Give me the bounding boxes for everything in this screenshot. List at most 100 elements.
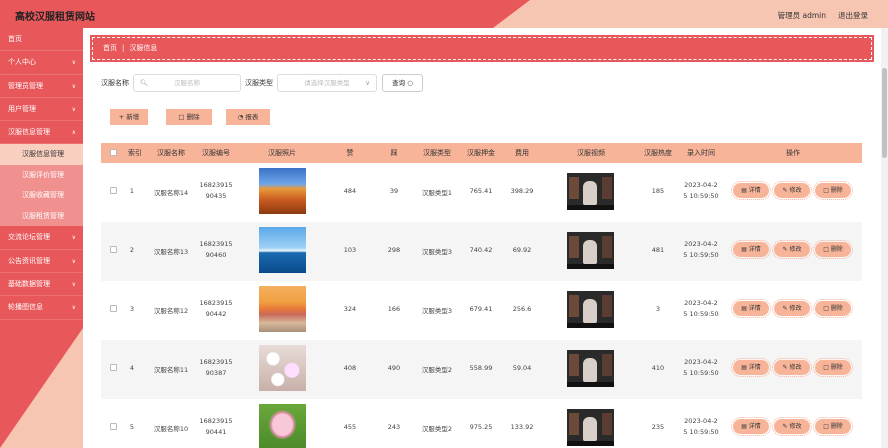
breadcrumb-home[interactable]: 首页 (103, 44, 117, 52)
sidebar-item-home[interactable]: 首页 (0, 28, 83, 52)
delete-button[interactable]: □ 删除 (813, 181, 853, 200)
hanfu-photo[interactable] (259, 286, 306, 332)
hanfu-video-thumbnail[interactable] (567, 173, 614, 210)
delete-button[interactable]: □ 删除 (813, 240, 853, 259)
cell-time: 2023-04-2 5 10:59:50 (681, 417, 721, 436)
cell-deposit: 558.99 (469, 364, 493, 372)
table-body: 1 汉服名称14 16823915 90435 484 39 汉服类型1 765.41 398.… (101, 163, 862, 448)
sidebar-subitem-hanfu-rental[interactable]: 汉服租赁管理 (0, 205, 83, 227)
type-select[interactable]: 请选择汉服类型 ∨ (277, 74, 377, 92)
cell-heat: 235 (651, 423, 665, 431)
sidebar-subitem-hanfu-info[interactable]: 汉服信息管理 (0, 144, 83, 165)
sidebar-item-notice-management[interactable]: 公告资讯管理 ∨ (0, 250, 83, 274)
scrollbar-thumb[interactable] (882, 68, 887, 158)
cell-heat: 410 (651, 364, 665, 372)
cell-heat: 3 (655, 305, 661, 313)
batch-delete-button[interactable]: □ 删除 (166, 109, 212, 125)
edit-button[interactable]: ✎ 修改 (772, 299, 812, 318)
delete-button[interactable]: □ 删除 (813, 417, 853, 436)
hanfu-video-thumbnail[interactable] (567, 291, 614, 328)
hanfu-video-thumbnail[interactable] (567, 350, 614, 387)
sidebar-item-base-data-management[interactable]: 基础数据管理 ∨ (0, 273, 83, 297)
delete-button[interactable]: □ 删除 (813, 299, 853, 318)
edit-button[interactable]: ✎ 修改 (772, 358, 812, 377)
chevron-down-icon: ∨ (365, 79, 370, 87)
detail-button[interactable]: ▤ 详情 (731, 417, 771, 436)
row-checkbox[interactable] (110, 305, 117, 312)
add-button[interactable]: + 新增 (110, 109, 148, 125)
sidebar-item-admin-management[interactable]: 管理员管理 ∨ (0, 75, 83, 98)
cell-dislikes: 243 (387, 423, 401, 431)
cell-likes: 455 (343, 423, 357, 431)
cell-deposit: 765.41 (469, 187, 493, 195)
cell-time-line1: 2023-04-2 (684, 181, 718, 189)
sidebar-item-hanfu-info-management[interactable]: 汉服信息管理 ∧ (0, 121, 83, 145)
search-icon: 🔍︎ (140, 79, 149, 87)
cell-likes: 408 (343, 364, 357, 372)
hanfu-photo[interactable] (259, 404, 306, 448)
detail-button[interactable]: ▤ 详情 (731, 181, 771, 200)
cell-time-line2: 5 10:59:50 (683, 369, 719, 377)
name-search-placeholder: 汉服名称 (174, 79, 200, 87)
hanfu-photo[interactable] (259, 227, 306, 273)
column-header: 录入时间 (687, 149, 715, 157)
cell-index: 2 (129, 246, 135, 254)
logout-link[interactable]: 退出登录 (838, 10, 868, 21)
cell-type: 汉服类型3 (421, 307, 453, 315)
trash-icon: □ (178, 113, 185, 121)
hanfu-video-thumbnail[interactable] (567, 409, 614, 446)
sidebar-item-forum-management[interactable]: 交流论坛管理 ∨ (0, 226, 83, 250)
trash-icon: □ (823, 246, 829, 253)
page-scrollbar[interactable] (881, 28, 888, 448)
row-checkbox[interactable] (110, 423, 117, 430)
hanfu-photo[interactable] (259, 345, 306, 391)
edit-button[interactable]: ✎ 修改 (772, 181, 812, 200)
type-select-placeholder: 请选择汉服类型 (304, 79, 350, 87)
sidebar-item-personal-center[interactable]: 个人中心 ∨ (0, 51, 83, 75)
search-button[interactable]: 查询 ○ (382, 74, 423, 92)
report-button[interactable]: ◔ 报表 (226, 109, 270, 125)
detail-button[interactable]: ▤ 详情 (731, 240, 771, 259)
delete-button-label: 删除 (830, 246, 843, 253)
detail-button[interactable]: ▤ 详情 (731, 299, 771, 318)
sidebar-item-label: 轮播图信息 (8, 303, 43, 312)
edit-icon: ✎ (782, 246, 788, 253)
detail-button-label: 详情 (748, 305, 761, 312)
cell-time: 2023-04-2 5 10:59:50 (681, 358, 721, 377)
sidebar-subitem-hanfu-favorites[interactable]: 汉服收藏管理 (0, 185, 83, 206)
cell-code-line2: 90435 (205, 192, 227, 200)
hanfu-video-thumbnail[interactable] (567, 232, 614, 269)
trash-icon: □ (823, 364, 829, 371)
hanfu-photo[interactable] (259, 168, 306, 214)
row-checkbox[interactable] (110, 187, 117, 194)
cell-type: 汉服类型2 (421, 366, 453, 374)
cell-name: 汉服名称10 (153, 425, 189, 433)
edit-button[interactable]: ✎ 修改 (772, 240, 812, 259)
row-checkbox[interactable] (110, 246, 117, 253)
cell-index: 3 (129, 305, 135, 313)
column-header: 汉服类型 (423, 149, 451, 157)
sidebar-item-user-management[interactable]: 用户管理 ∨ (0, 98, 83, 122)
detail-button-label: 详情 (748, 187, 761, 194)
cell-time-line2: 5 10:59:50 (683, 192, 719, 200)
type-search-label: 汉服类型 (245, 79, 273, 87)
breadcrumb-separator: | (122, 44, 125, 52)
cell-deposit: 679.41 (469, 305, 493, 313)
name-search-input[interactable]: 🔍︎ 汉服名称 (133, 74, 241, 92)
detail-button-label: 详情 (748, 423, 761, 430)
edit-button[interactable]: ✎ 修改 (772, 417, 812, 436)
cell-dislikes: 166 (387, 305, 401, 313)
delete-button[interactable]: □ 删除 (813, 358, 853, 377)
sidebar-item-carousel-info[interactable]: 轮播图信息 ∨ (0, 296, 83, 320)
document-icon: ▤ (741, 246, 747, 253)
sidebar-subitem-hanfu-review[interactable]: 汉服评价管理 (0, 164, 83, 186)
detail-button[interactable]: ▤ 详情 (731, 358, 771, 377)
delete-button-label: 删除 (186, 113, 200, 121)
cell-code-line2: 90387 (205, 369, 227, 377)
row-checkbox[interactable] (110, 364, 117, 371)
cell-likes: 103 (343, 246, 357, 254)
edit-icon: ✎ (782, 364, 788, 371)
select-all-checkbox[interactable] (110, 149, 117, 156)
document-icon: ▤ (741, 305, 747, 312)
delete-button-label: 删除 (830, 305, 843, 312)
